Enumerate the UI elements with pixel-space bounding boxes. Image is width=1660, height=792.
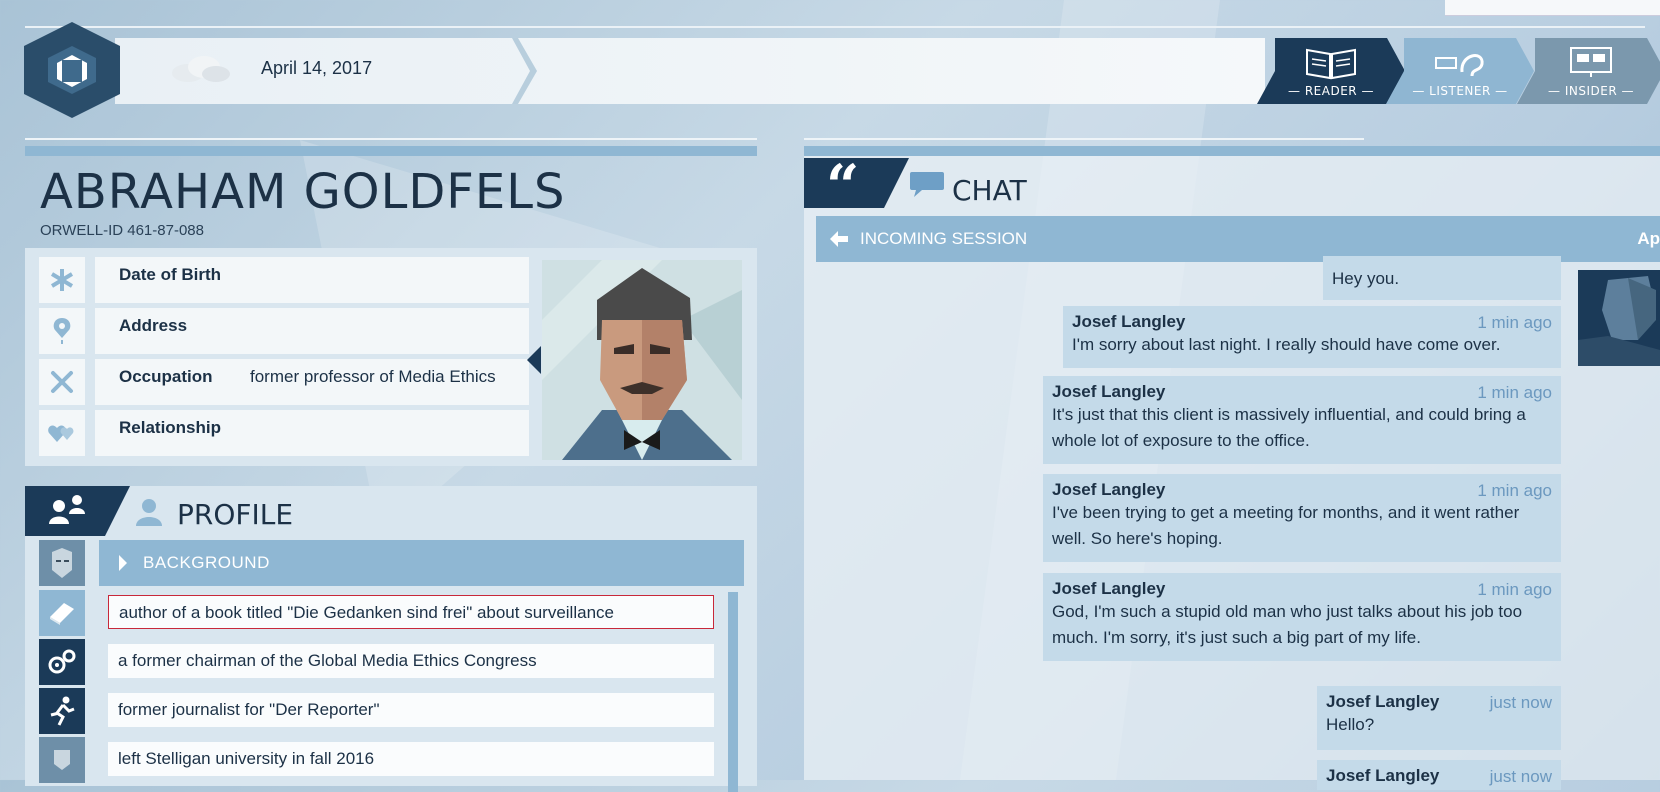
info-row-relationship[interactable]: Relationship — [39, 410, 545, 456]
background-item[interactable]: former journalist for "Der Reporter" — [108, 693, 714, 727]
person-name: ABRAHAM GOLDFELS — [40, 164, 566, 220]
chat-message: Josef Langley 1 min ago It's just that t… — [1043, 376, 1561, 464]
chat-message: Josef Langley just now — [1317, 760, 1561, 790]
background-item[interactable]: left Stelligan university in fall 2016 — [108, 742, 714, 776]
tab-reader-label: — READER — — [1288, 84, 1374, 98]
profile-section: PROFILE BACKGROUND author of a book titl… — [25, 486, 757, 792]
info-field: Date of Birth — [95, 257, 529, 303]
session-partner-truncated: Ap — [1637, 229, 1660, 248]
info-field: Occupation former professor of Media Eth… — [95, 359, 529, 405]
back-arrow-icon[interactable] — [828, 229, 850, 249]
session-label: INCOMING SESSION — [860, 229, 1028, 248]
message-text: God, I'm such a stupid old man who just … — [1052, 602, 1523, 647]
message-time: 1 min ago — [1477, 580, 1552, 599]
message-time: 1 min ago — [1477, 383, 1552, 402]
person-panel: ABRAHAM GOLDFELS ORWELL-ID 461-87-088 Da… — [25, 146, 757, 792]
tab-insider-label: — INSIDER — — [1548, 84, 1634, 98]
background-item[interactable]: a former chairman of the Global Media Et… — [108, 644, 714, 678]
message-text: Hey you. — [1332, 269, 1400, 288]
message-time: just now — [1489, 693, 1552, 712]
chat-message: Josef Langley 1 min ago I've been trying… — [1043, 474, 1561, 562]
subbar-left — [25, 138, 757, 140]
info-label: Address — [119, 316, 188, 335]
subbar-right — [804, 138, 1364, 140]
chat-message: Josef Langley 1 min ago I'm sorry about … — [1063, 306, 1561, 368]
message-time: 1 min ago — [1477, 481, 1552, 500]
panel-stripe — [804, 146, 1660, 156]
orwell-id: ORWELL-ID 461-87-088 — [40, 222, 204, 239]
tab-listener-label: — LISTENER — — [1412, 84, 1508, 98]
education-icon[interactable] — [39, 737, 85, 783]
contact-avatar — [1578, 270, 1660, 366]
background-item[interactable]: author of a book titled "Die Gedanken si… — [108, 595, 714, 629]
tab-reader[interactable]: — READER — — [1257, 38, 1405, 104]
chat-message: Josef Langley 1 min ago God, I'm such a … — [1043, 573, 1561, 661]
chat-title: CHAT — [952, 174, 1027, 207]
chat-message: Hey you. — [1323, 256, 1561, 300]
chat-message: Josef Langley just now Hello? — [1317, 686, 1561, 750]
quote-icon: “ — [804, 158, 909, 208]
current-date: April 14, 2017 — [261, 58, 373, 78]
info-value: former professor of Media Ethics — [250, 367, 496, 386]
info-field: Address — [95, 308, 529, 354]
book-item-icon[interactable] — [39, 590, 85, 636]
panel-stripe — [25, 146, 757, 156]
person-info-box: Date of Birth Address Occupation former … — [25, 248, 757, 466]
book-icon — [1306, 48, 1356, 80]
profile-title: PROFILE — [177, 498, 294, 531]
message-text: It's just that this client is massively … — [1052, 405, 1526, 450]
gears-icon[interactable] — [39, 639, 85, 685]
message-time: just now — [1489, 767, 1552, 786]
location-pin-icon — [39, 308, 85, 354]
cloud-weather-icon — [172, 56, 230, 82]
tab-listener[interactable]: — LISTENER — — [1386, 38, 1534, 104]
person-portrait — [542, 260, 742, 460]
info-label: Occupation — [119, 367, 213, 386]
message-text: Hello? — [1326, 715, 1375, 734]
ear-icon — [1435, 54, 1484, 77]
running-icon[interactable] — [39, 688, 85, 734]
topbar-divider — [25, 26, 1645, 28]
portrait-arrow — [527, 346, 541, 374]
speech-bubble-icon — [910, 172, 944, 197]
asterisk-icon — [39, 257, 85, 303]
expand-arrow-icon — [119, 555, 127, 571]
message-text: I'm sorry about last night. I really sho… — [1072, 335, 1501, 354]
tab-insider[interactable]: — INSIDER — — [1517, 38, 1660, 104]
message-time: 1 min ago — [1477, 313, 1552, 332]
info-label: Relationship — [119, 418, 222, 437]
tools-icon — [39, 359, 85, 405]
info-row-occupation[interactable]: Occupation former professor of Media Eth… — [39, 359, 545, 405]
message-text: I've been trying to get a meeting for mo… — [1052, 503, 1520, 548]
hearts-icon — [39, 410, 85, 456]
info-row-address[interactable]: Address — [39, 308, 545, 354]
person-icon — [136, 499, 162, 526]
background-scrollbar[interactable] — [728, 592, 738, 792]
background-label: BACKGROUND — [143, 553, 270, 572]
top-right-panel-edge — [1445, 0, 1660, 16]
info-field: Relationship — [95, 410, 529, 456]
info-row-date-of-birth[interactable]: Date of Birth — [39, 257, 545, 303]
chat-panel: “ CHAT INCOMING SESSION Ap Hey you. Jose… — [804, 146, 1660, 790]
info-label: Date of Birth — [119, 265, 221, 284]
people-icon — [25, 486, 130, 536]
quote-mark-glyph: “ — [826, 152, 860, 220]
face-icon[interactable] — [39, 540, 85, 586]
monitor-icon — [1570, 47, 1612, 77]
background-section-header[interactable]: BACKGROUND — [99, 540, 744, 586]
